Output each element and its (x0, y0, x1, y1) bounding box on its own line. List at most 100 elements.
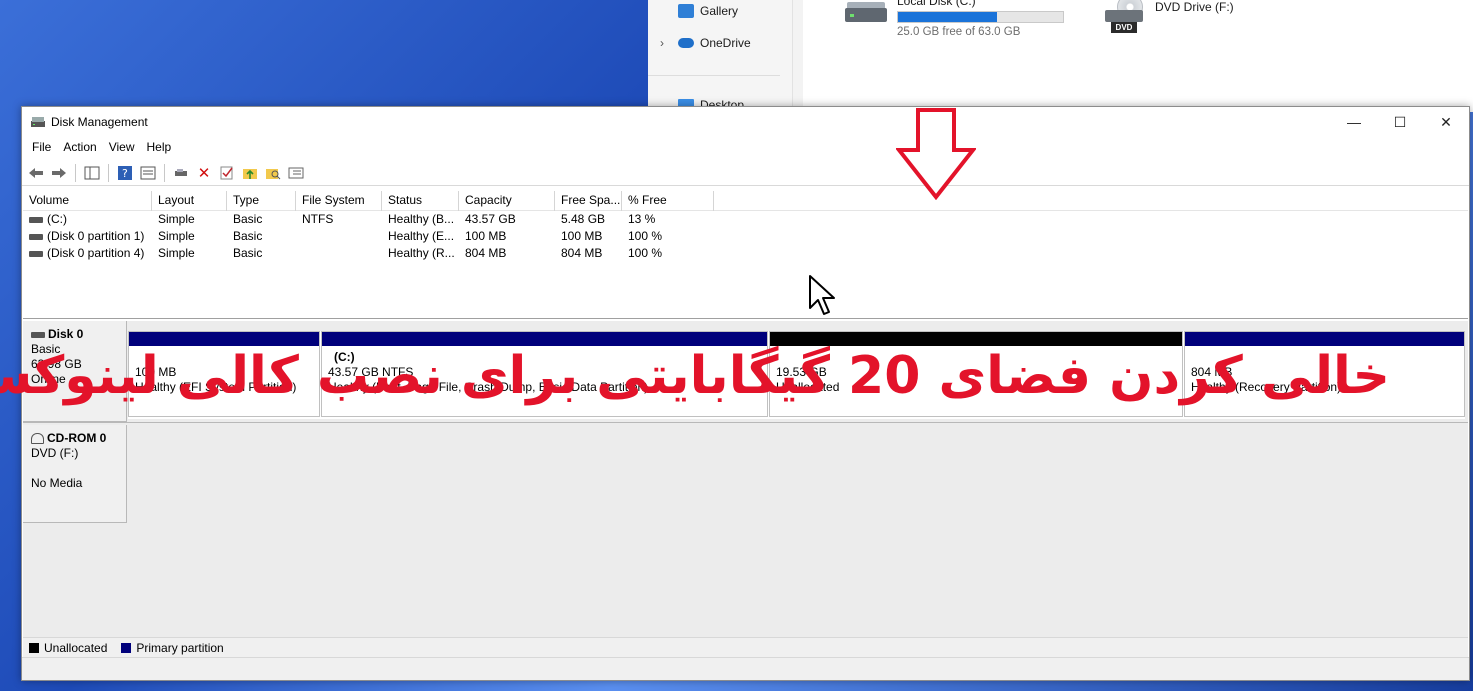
type-cell: Basic (233, 229, 263, 243)
volume-cell: (Disk 0 partition 4) (23, 245, 152, 262)
layout-cell: Simple (158, 246, 195, 260)
cloud-icon (678, 38, 694, 48)
dvd-drive-icon: DVD (1103, 0, 1145, 34)
folder-up-icon[interactable] (240, 163, 260, 183)
drive-free-space: 25.0 GB free of 63.0 GB (897, 26, 1021, 38)
drive-name: Local Disk (C:) (897, 0, 976, 8)
forward-arrow-icon[interactable] (49, 163, 69, 183)
column-header-layout[interactable]: Layout (152, 191, 227, 211)
properties-icon[interactable] (138, 163, 158, 183)
type-cell: Basic (233, 246, 263, 260)
explorer-content: Local Disk (C:) 25.0 GB free of 63.0 GB … (803, 0, 1473, 112)
percent-free-cell: 100 % (628, 246, 663, 260)
table-row[interactable]: (Disk 0 partition 1) Simple Basic Health… (23, 228, 1468, 245)
column-header-percent-free[interactable]: % Free (622, 191, 714, 211)
disk-icon (29, 216, 43, 223)
maximize-button[interactable]: ☐ (1377, 107, 1423, 137)
status-cell: Healthy (E... (388, 229, 455, 243)
capacity-cell: 100 MB (465, 229, 507, 243)
cdrom-area (128, 425, 1468, 523)
toolbar-separator (164, 163, 165, 182)
delete-icon[interactable]: ✕ (194, 163, 214, 183)
window-title: Disk Management (51, 115, 148, 129)
volume-name: (Disk 0 partition 4) (47, 246, 145, 260)
column-header-status[interactable]: Status (382, 191, 459, 211)
type-cell: Basic (233, 212, 263, 226)
table-row[interactable]: (C:) Simple Basic NTFS Healthy (B... 43.… (23, 211, 1468, 228)
free-space-cell: 5.48 GB (561, 212, 606, 226)
drive-name: DVD Drive (F:) (1155, 0, 1234, 14)
disk-icon (29, 250, 43, 257)
free-space-cell: 804 MB (561, 246, 603, 260)
overlay-caption: خالی کردن فضای 20 گیگابایتی برای نصب کال… (0, 346, 1390, 406)
volume-name: (Disk 0 partition 1) (47, 229, 145, 243)
layout-cell: Simple (158, 212, 195, 226)
nav-divider (648, 75, 780, 76)
hard-drive-icon (845, 0, 887, 22)
svg-text:?: ? (122, 167, 128, 180)
legend-swatch (29, 642, 39, 653)
drive-usage-bar (897, 11, 1064, 23)
toolbar-separator (108, 163, 109, 182)
file-system-cell (296, 245, 382, 262)
volume-name: (C:) (47, 212, 67, 226)
percent-free-cell: 13 % (628, 212, 656, 226)
title-bar[interactable]: Disk Management — ☐ ✕ (22, 107, 1469, 137)
legend: Unallocated Primary partition (23, 637, 1468, 657)
volume-list: Volume Layout Type File System Status Ca… (23, 191, 1468, 319)
legend-item-unallocated: Unallocated (29, 641, 107, 655)
status-cell: Healthy (R... (388, 246, 455, 260)
nav-item-gallery-label: Gallery (700, 4, 739, 18)
nav-item-onedrive-label: OneDrive (700, 36, 751, 50)
column-header-capacity[interactable]: Capacity (459, 191, 555, 211)
legend-label: Unallocated (44, 640, 108, 655)
cdrom-0-label[interactable]: CD-ROM 0 DVD (F:) No Media (23, 425, 127, 523)
column-header-type[interactable]: Type (227, 191, 296, 211)
menu-file[interactable]: File (26, 137, 57, 159)
menu-bar: File Action View Help (22, 137, 1469, 159)
minimize-button[interactable]: — (1331, 107, 1377, 137)
legend-swatch (121, 642, 132, 653)
navigation-pane: Gallery › OneDrive Desktop (648, 0, 793, 112)
legend-label: Primary partition (136, 640, 224, 655)
disk-icon (29, 233, 43, 240)
file-explorer-window: Gallery › OneDrive Desktop Local Disk (C… (648, 0, 1473, 112)
legend-item-primary: Primary partition (121, 640, 224, 655)
drive-local-disk-c[interactable]: Local Disk (C:) 25.0 GB free of 63.0 GB (845, 0, 1064, 38)
column-header-free-space[interactable]: Free Spa... (555, 191, 622, 211)
nav-item-gallery[interactable]: Gallery (678, 1, 738, 21)
disk-type: DVD (F:) (31, 446, 79, 460)
check-icon[interactable] (217, 163, 237, 183)
column-header-volume[interactable]: Volume (23, 191, 152, 211)
disk-management-app-icon (31, 117, 45, 127)
chevron-right-icon[interactable]: › (660, 36, 664, 50)
menu-view[interactable]: View (103, 137, 141, 159)
free-space-cell: 100 MB (561, 229, 603, 243)
folder-search-icon[interactable] (263, 163, 283, 183)
status-cell: Healthy (B... (388, 212, 455, 226)
drive-dvd-f[interactable]: DVD DVD Drive (F:) (1103, 0, 1234, 34)
capacity-cell: 43.57 GB (465, 212, 516, 226)
column-header-file-system[interactable]: File System (296, 191, 382, 211)
help-icon[interactable]: ? (115, 163, 135, 183)
close-button[interactable]: ✕ (1423, 107, 1469, 137)
back-arrow-icon[interactable] (26, 163, 46, 183)
toolbar: ? ✕ (22, 160, 1469, 186)
volume-list-header: Volume Layout Type File System Status Ca… (23, 191, 1468, 211)
table-row[interactable]: (Disk 0 partition 4) Simple Basic Health… (23, 245, 1468, 262)
menu-action[interactable]: Action (57, 137, 102, 159)
file-system-cell: NTFS (302, 212, 334, 226)
file-system-cell (296, 228, 382, 245)
dvd-badge: DVD (1111, 22, 1137, 33)
gallery-icon (678, 4, 694, 18)
layout-cell: Simple (158, 229, 195, 243)
red-down-arrow-icon (896, 108, 976, 200)
connect-icon[interactable] (171, 163, 191, 183)
menu-help[interactable]: Help (141, 137, 178, 159)
volume-cell: (C:) (23, 211, 152, 228)
nav-item-onedrive[interactable]: OneDrive (678, 33, 751, 53)
cd-drive-icon (31, 433, 44, 444)
volume-cell: (Disk 0 partition 1) (23, 228, 152, 245)
console-tree-icon[interactable] (82, 163, 102, 183)
list-view-icon[interactable] (286, 163, 306, 183)
